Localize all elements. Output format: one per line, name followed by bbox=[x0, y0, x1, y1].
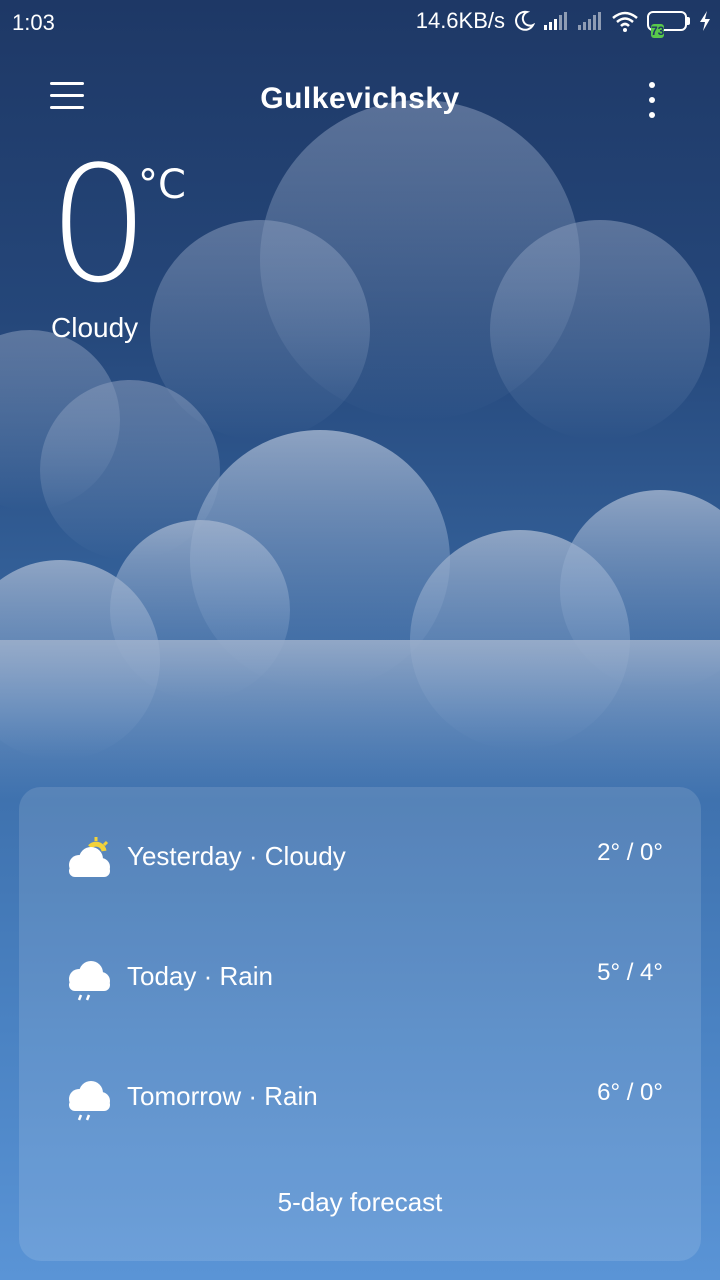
city-title[interactable]: Gulkevichsky bbox=[0, 82, 720, 116]
forecast-label: Yesterday · Cloudy bbox=[127, 841, 346, 871]
forecast-label: Tomorrow · Rain bbox=[127, 1081, 318, 1111]
forecast-range: 2° / 0° bbox=[597, 839, 663, 866]
forecast-label: Today · Rain bbox=[127, 961, 273, 991]
cloud-rain-icon bbox=[69, 1081, 110, 1121]
five-day-forecast-button[interactable]: 5-day forecast bbox=[19, 1187, 701, 1218]
current-temperature: 0 bbox=[48, 131, 150, 318]
forecast-row-yesterday[interactable]: Yesterday · Cloudy 2° / 0° bbox=[19, 827, 701, 887]
battery-icon: 73 bbox=[647, 11, 690, 38]
forecast-range: 5° / 4° bbox=[597, 959, 663, 986]
status-time: 1:03 bbox=[12, 10, 55, 35]
more-vertical-icon[interactable] bbox=[644, 82, 660, 118]
network-speed: 14.6KB/s bbox=[415, 8, 505, 33]
forecast-range: 6° / 0° bbox=[597, 1079, 663, 1106]
moon-icon bbox=[515, 10, 535, 31]
app-header: Gulkevichsky bbox=[0, 70, 720, 130]
forecast-card: Yesterday · Cloudy 2° / 0° Today · Rain … bbox=[19, 787, 701, 1261]
current-condition: Cloudy bbox=[51, 312, 139, 343]
charging-icon bbox=[700, 11, 710, 31]
forecast-row-today[interactable]: Today · Rain 5° / 4° bbox=[19, 947, 701, 1007]
forecast-row-tomorrow[interactable]: Tomorrow · Rain 6° / 0° bbox=[19, 1067, 701, 1127]
cloud-sun-icon bbox=[69, 837, 110, 877]
status-bar: 1:03 14.6KB/s 73 bbox=[0, 0, 720, 44]
battery-level: 73 bbox=[651, 24, 665, 38]
signal-icon bbox=[578, 12, 601, 30]
temperature-unit: °C bbox=[138, 162, 186, 208]
cloud-rain-icon bbox=[69, 961, 110, 1001]
status-icons: 14.6KB/s 73 bbox=[415, 8, 712, 38]
wifi-icon bbox=[612, 11, 638, 32]
signal-icon bbox=[544, 12, 567, 30]
